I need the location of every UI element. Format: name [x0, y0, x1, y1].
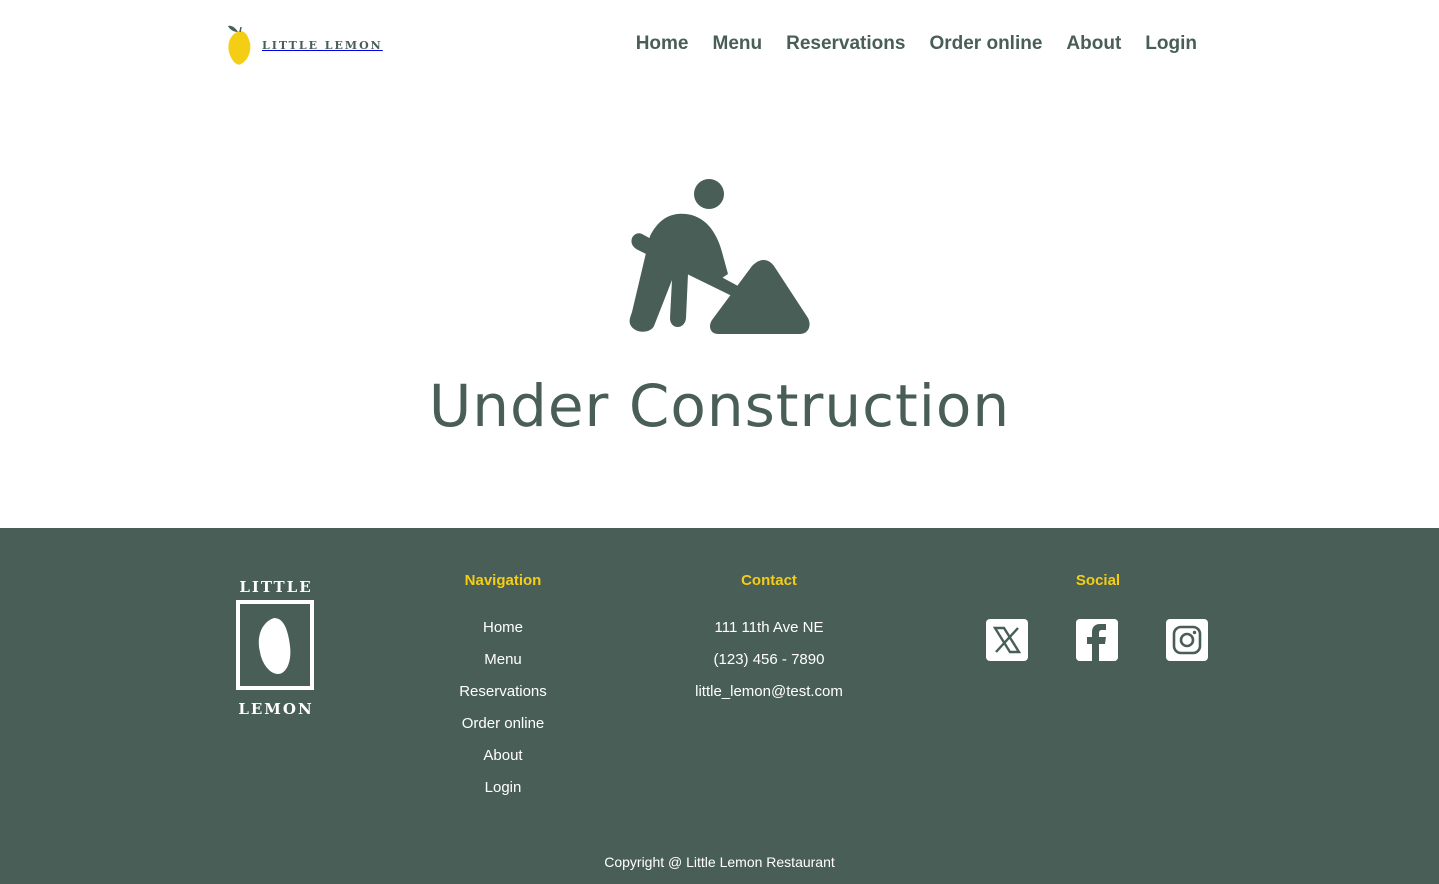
nav-reservations[interactable]: Reservations — [786, 32, 905, 56]
contact-phone: (123) 456 - 7890 — [713, 651, 825, 668]
footer-nav-order-online[interactable]: Order online — [423, 713, 583, 745]
footer-nav-home[interactable]: Home — [423, 617, 583, 649]
construction-worker-icon — [629, 179, 810, 334]
footer-logo-bottom-text: LEMON — [238, 700, 313, 718]
page-title: Under Construction — [428, 372, 1011, 440]
footer-nav-menu[interactable]: Menu — [423, 649, 583, 681]
nav-order-online[interactable]: Order online — [929, 32, 1042, 56]
copyright-text: Copyright @ Little Lemon Restaurant — [604, 854, 835, 870]
site-header: LITTLE LEMON Home Menu Reservations Orde… — [0, 0, 1439, 90]
footer-social-title: Social — [1075, 572, 1121, 589]
instagram-icon[interactable] — [1166, 619, 1208, 661]
footer-social: Social — [1018, 571, 1178, 591]
nav-home[interactable]: Home — [636, 32, 689, 56]
footer-logo-icon: LITTLE LEMON — [236, 578, 314, 718]
footer-logo-top-text: LITTLE — [239, 578, 312, 596]
x-twitter-icon[interactable] — [986, 619, 1028, 661]
main-content: Under Construction — [0, 90, 1439, 528]
social-icons — [986, 619, 1208, 661]
site-footer: LITTLE LEMON Navigation Home Menu Reserv… — [0, 528, 1439, 884]
footer-contact: Contact 111 11th Ave NE (123) 456 - 7890… — [659, 571, 879, 713]
footer-nav-about[interactable]: About — [423, 745, 583, 777]
nav-menu[interactable]: Menu — [713, 32, 763, 56]
contact-email: little_lemon@test.com — [695, 683, 843, 700]
nav-about[interactable]: About — [1066, 32, 1121, 56]
facebook-icon[interactable] — [1076, 619, 1118, 661]
footer-navigation-title: Navigation — [464, 572, 542, 589]
footer-contact-title: Contact — [741, 572, 797, 589]
contact-address: 111 11th Ave NE — [714, 619, 824, 636]
footer-nav-reservations[interactable]: Reservations — [423, 681, 583, 713]
header-logo[interactable]: LITTLE LEMON — [226, 23, 383, 67]
main-nav: Home Menu Reservations Order online Abou… — [636, 32, 1197, 56]
footer-nav-login[interactable]: Login — [423, 777, 583, 809]
footer-navigation: Navigation Home Menu Reservations Order … — [423, 571, 583, 809]
nav-login[interactable]: Login — [1145, 32, 1197, 56]
logo-text: LITTLE LEMON — [262, 38, 383, 52]
lemon-logo-icon — [228, 25, 251, 65]
